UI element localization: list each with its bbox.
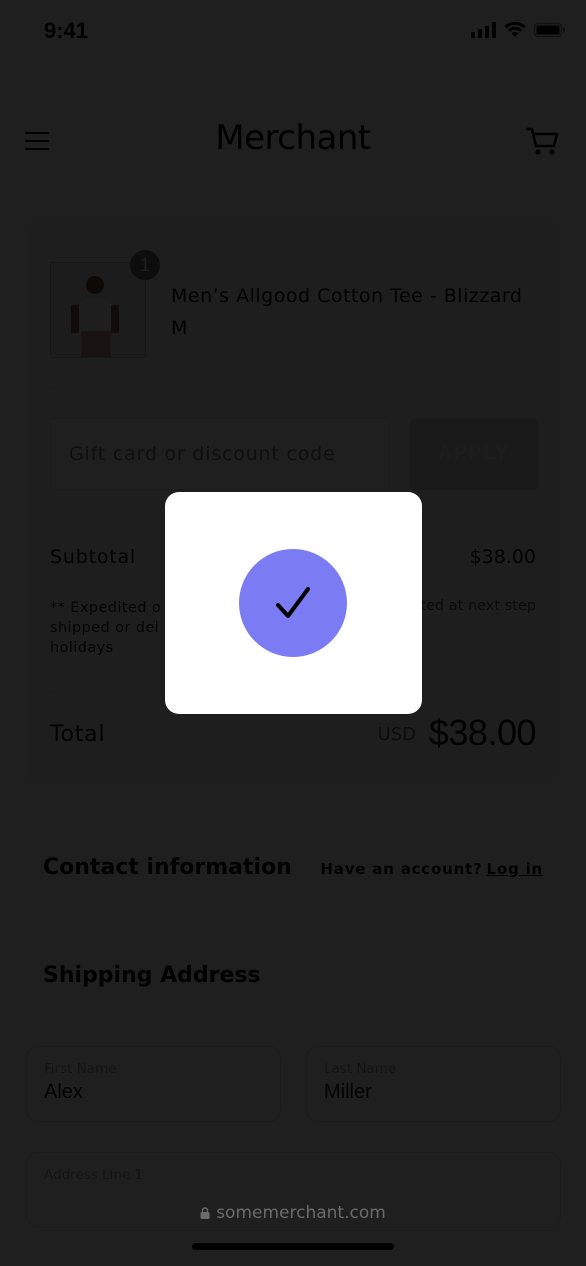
cart-icon[interactable] [525,126,560,156]
discount-code-input[interactable] [50,418,390,490]
subtotal-value: $38.00 [469,546,536,568]
product-variant: M [171,317,188,339]
checkmark-icon [276,587,310,618]
apply-discount-button[interactable]: APPLY [410,418,538,490]
shipping-address-heading: Shipping Address [43,963,261,988]
login-link[interactable]: Log in [487,860,543,878]
subtotal-label: Subtotal [50,546,137,568]
checkout-screen: 9:41 Merchant 1 Men’s Allgood Cotton Tee… [0,0,586,1266]
first-name-field[interactable]: First Name Alex [26,1046,281,1122]
last-name-label: Last Name [324,1061,397,1077]
status-time: 9:41 [44,18,89,43]
cellular-signal-icon [471,22,496,38]
battery-icon [534,22,566,38]
lock-icon [200,1204,210,1219]
product-name: Men’s Allgood Cotton Tee - Blizzard M [171,280,541,344]
contact-information-heading: Contact information [43,855,292,880]
status-icons [471,22,566,38]
total-currency: USD [377,724,416,745]
product-title: Men’s Allgood Cotton Tee - Blizzard [171,285,523,307]
divider [50,388,536,389]
brand-title: Merchant [215,118,371,158]
account-prompt: Have an account? Log in [320,860,543,878]
quantity-badge: 1 [130,250,160,280]
last-name-field[interactable]: Last Name Miller [306,1046,561,1122]
success-badge [239,549,347,657]
account-prompt-text: Have an account? [320,860,483,878]
address-line-1-label: Address Line 1 [44,1167,144,1183]
wifi-icon [504,22,526,38]
total-value: $38.00 [428,712,537,753]
status-bar: 9:41 [0,0,586,64]
first-name-value[interactable]: Alex [44,1081,263,1104]
site-header: Merchant [0,110,586,170]
last-name-value[interactable]: Miller [324,1081,543,1104]
total-label: Total [50,722,106,747]
product-thumbnail [50,262,146,358]
first-name-label: First Name [44,1061,117,1077]
home-indicator[interactable] [192,1243,394,1250]
browser-url-bar[interactable]: somemerchant.com [0,1203,586,1223]
url-text: somemerchant.com [216,1203,386,1223]
shipping-estimate: ted at next step [420,598,536,614]
success-modal [165,492,422,714]
